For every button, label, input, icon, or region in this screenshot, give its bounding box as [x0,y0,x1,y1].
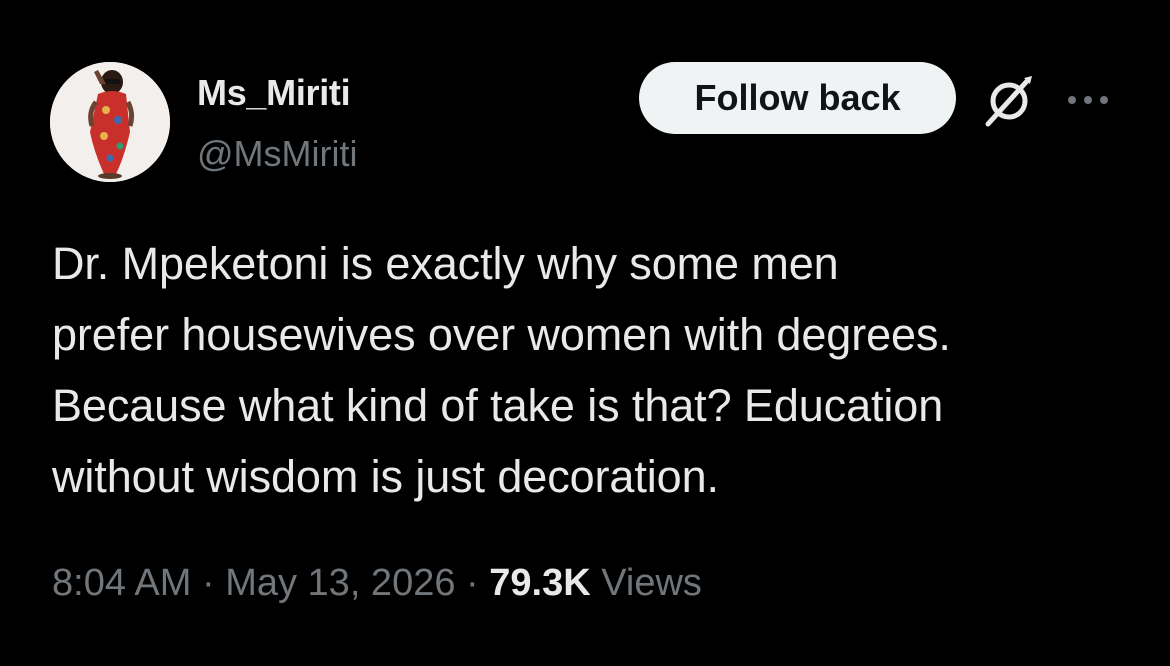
display-name[interactable]: Ms_Miriti [197,72,351,114]
tweet-text-line: Dr. Mpeketoni is exactly why some men [52,238,839,289]
views-label: Views [601,562,702,604]
follow-back-button[interactable]: Follow back [639,62,956,134]
tweet-meta: 8:04 AM · May 13, 2026 · 79.3K Views [52,562,702,605]
tweet-text-line: without wisdom is just decoration. [52,451,719,502]
tweet-card: Ms_Miriti @MsMiriti Follow back Dr. Mpek… [0,0,1170,666]
views-count[interactable]: 79.3K [489,562,590,604]
meta-separator: · [201,562,226,604]
user-handle[interactable]: @MsMiriti [197,133,358,175]
timestamp-time[interactable]: 8:04 AM [52,562,191,604]
timestamp-date[interactable]: May 13, 2026 [225,562,455,604]
tweet-text-line: Because what kind of take is that? Educa… [52,380,944,431]
more-dots-icon[interactable] [1064,88,1112,112]
tweet-text-line: prefer housewives over women with degree… [52,309,951,360]
avatar-photo [50,62,170,182]
meta-separator: · [466,562,490,604]
tweet-text: Dr. Mpeketoni is exactly why some men pr… [52,228,1132,512]
grok-slash-icon[interactable] [980,72,1038,128]
avatar[interactable] [50,62,170,182]
